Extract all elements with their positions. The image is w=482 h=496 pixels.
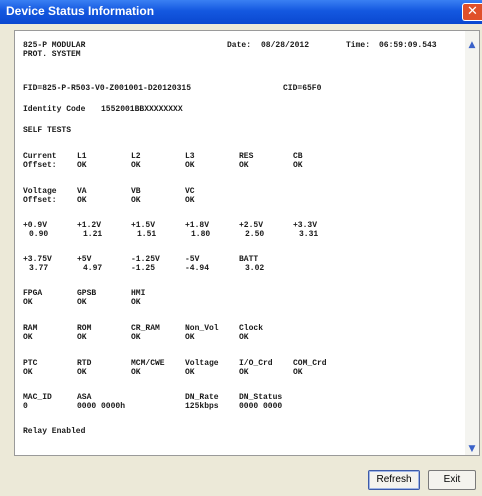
current-val-l1: OK xyxy=(77,161,87,170)
device-status-window: Device Status Information ✕ 825-P MODULA… xyxy=(0,0,482,496)
current-val-l2: OK xyxy=(131,161,141,170)
card-val-com-crd: OK xyxy=(293,368,303,377)
rail-val-1v5: 1.51 xyxy=(137,230,157,239)
status-report: 825-P MODULAR PROT. SYSTEM Date: 08/28/2… xyxy=(15,31,465,455)
rail-val-neg5v: -4.94 xyxy=(185,264,210,273)
voltage-val-vb: OK xyxy=(131,196,141,205)
net-val-mac-id: 0 xyxy=(23,402,28,411)
card-val-io-crd: OK xyxy=(239,368,249,377)
cid-value: CID=65F0 xyxy=(283,84,322,93)
chip-val-gpsb: OK xyxy=(77,298,87,307)
voltage-offset-label: Offset: xyxy=(23,196,57,205)
close-button[interactable]: ✕ xyxy=(462,3,482,21)
relay-status: Relay Enabled xyxy=(23,427,86,436)
mem-val-rom: OK xyxy=(77,333,87,342)
scroll-up-arrow-icon[interactable]: ▲ xyxy=(465,39,479,51)
rail-val-3v3: 3.31 xyxy=(299,230,319,239)
voltage-val-va: OK xyxy=(77,196,87,205)
current-val-res: OK xyxy=(239,161,249,170)
rail-val-neg1v25: -1.25 xyxy=(131,264,156,273)
rail-val-2v5: 2.50 xyxy=(245,230,265,239)
mem-val-cr-ram: OK xyxy=(131,333,141,342)
identity-value: 1552001BBXXXXXXXX xyxy=(101,105,183,114)
date-label: Date: xyxy=(227,41,252,50)
scroll-down-arrow-icon[interactable]: ▼ xyxy=(465,443,479,455)
chip-val-fpga: OK xyxy=(23,298,33,307)
self-tests-heading: SELF TESTS xyxy=(23,126,72,135)
rail-val-1v2: 1.21 xyxy=(83,230,103,239)
rail-val-batt: 3.02 xyxy=(245,264,265,273)
card-val-mcm-cwe: OK xyxy=(131,368,141,377)
time-value: 06:59:09.543 xyxy=(379,41,437,50)
rail-val-5v: 4.97 xyxy=(83,264,103,273)
window-title: Device Status Information xyxy=(6,4,155,18)
rail-val-1v8: 1.80 xyxy=(191,230,211,239)
card-val-rtd: OK xyxy=(77,368,87,377)
current-offset-label: Offset: xyxy=(23,161,57,170)
net-val-asa: 0000 0000h xyxy=(77,402,126,411)
mem-val-non-vol: OK xyxy=(185,333,195,342)
fid-line: FID=825-P-R503-V0-Z001001-D20120315 xyxy=(23,84,192,93)
net-val-dn-status: 0000 0000 xyxy=(239,402,283,411)
net-val-dn-rate: 125kbps xyxy=(185,402,219,411)
time-label: Time: xyxy=(346,41,371,50)
status-text-panel: 825-P MODULAR PROT. SYSTEM Date: 08/28/2… xyxy=(14,30,480,456)
voltage-val-vc: OK xyxy=(185,196,195,205)
card-val-ptc: OK xyxy=(23,368,33,377)
identity-label: Identity Code xyxy=(23,105,86,114)
system-label: PROT. SYSTEM xyxy=(23,50,81,59)
date-value: 08/28/2012 xyxy=(261,41,310,50)
chip-val-hmi: OK xyxy=(131,298,141,307)
vertical-scrollbar[interactable]: ▲ ▼ xyxy=(465,31,479,455)
current-val-cb: OK xyxy=(293,161,303,170)
exit-button[interactable]: Exit xyxy=(428,470,476,490)
current-val-l3: OK xyxy=(185,161,195,170)
mem-val-clock: OK xyxy=(239,333,249,342)
rail-val-3v75: 3.77 xyxy=(29,264,49,273)
title-bar: Device Status Information ✕ xyxy=(0,0,482,24)
mem-val-ram: OK xyxy=(23,333,33,342)
refresh-button[interactable]: Refresh xyxy=(368,470,420,490)
rail-val-0v9: 0.90 xyxy=(29,230,49,239)
card-val-voltage: OK xyxy=(185,368,195,377)
